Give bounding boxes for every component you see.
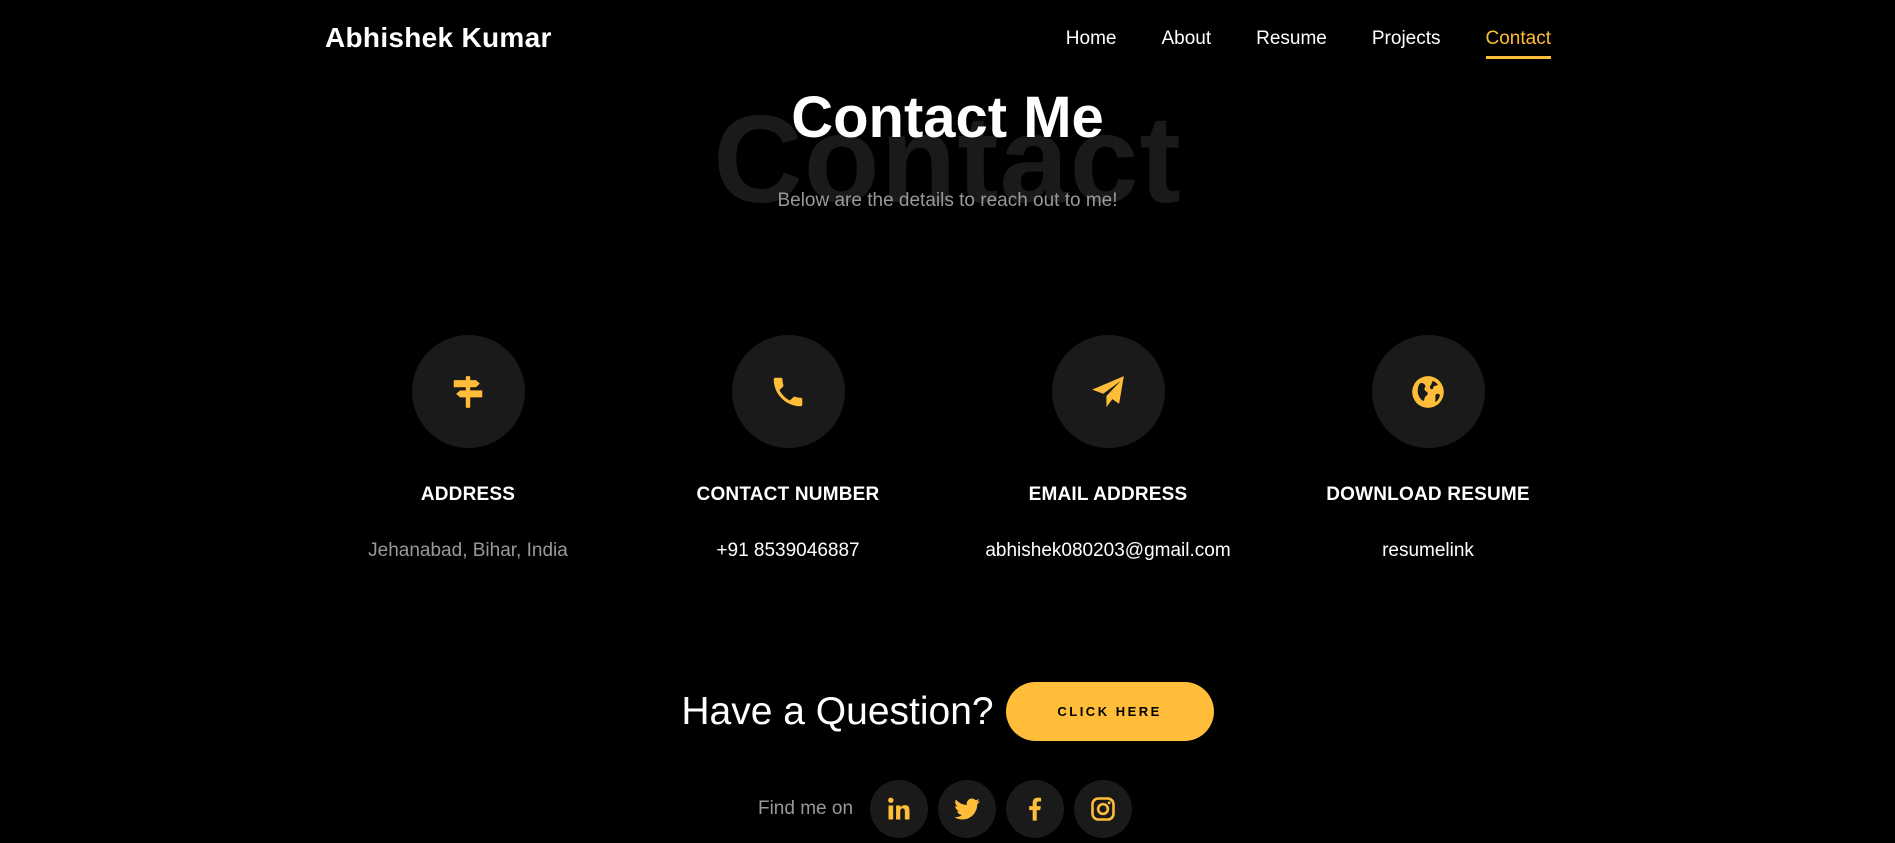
nav-home[interactable]: Home xyxy=(1066,28,1117,59)
instagram-icon xyxy=(1091,797,1115,821)
email-icon-circle xyxy=(1051,335,1165,448)
address-card: ADDRESS Jehanabad, Bihar, India xyxy=(308,335,628,562)
question-row: Have a Question? CLICK HERE xyxy=(0,682,1895,741)
phone-title: CONTACT NUMBER xyxy=(696,484,880,505)
email-link[interactable]: abhishek080203@gmail.com xyxy=(985,540,1230,562)
address-title: ADDRESS xyxy=(420,484,516,505)
linkedin-icon xyxy=(888,797,910,820)
resume-icon-circle xyxy=(1371,335,1485,448)
resume-card: DOWNLOAD RESUME resumelink xyxy=(1268,335,1588,562)
phone-card: CONTACT NUMBER +91 8539046887 xyxy=(628,335,948,562)
contact-page: Abhishek Kumar Home About Resume Project… xyxy=(0,0,1895,843)
address-icon-circle xyxy=(411,335,525,448)
contact-cards: ADDRESS Jehanabad, Bihar, India CONTACT … xyxy=(308,335,1588,562)
facebook-link[interactable] xyxy=(1006,780,1065,838)
email-title: EMAIL ADDRESS xyxy=(1028,484,1188,505)
resume-link[interactable]: resumelink xyxy=(1382,540,1474,562)
question-text: Have a Question? xyxy=(681,689,994,733)
phone-icon-circle xyxy=(731,335,845,448)
signpost-icon xyxy=(453,375,483,408)
nav-resume[interactable]: Resume xyxy=(1256,28,1327,59)
email-card: EMAIL ADDRESS abhishek080203@gmail.com xyxy=(948,335,1268,562)
globe-icon xyxy=(1412,375,1444,408)
paper-plane-icon xyxy=(1092,375,1124,407)
facebook-icon xyxy=(1029,797,1042,821)
click-here-button[interactable]: CLICK HERE xyxy=(1005,682,1214,741)
instagram-link[interactable] xyxy=(1074,780,1133,838)
brand-logo[interactable]: Abhishek Kumar xyxy=(325,22,552,54)
main-nav: Home About Resume Projects Contact xyxy=(1066,28,1551,59)
phone-link[interactable]: +91 8539046887 xyxy=(716,540,859,562)
page-subtitle: Below are the details to reach out to me… xyxy=(777,190,1118,211)
page-title: Contact Me xyxy=(791,85,1104,150)
resume-title: DOWNLOAD RESUME xyxy=(1326,484,1530,505)
address-value: Jehanabad, Bihar, India xyxy=(368,540,568,561)
nav-contact[interactable]: Contact xyxy=(1485,28,1551,59)
twitter-link[interactable] xyxy=(938,780,997,838)
phone-icon xyxy=(773,377,803,406)
twitter-icon xyxy=(954,798,980,820)
linkedin-link[interactable] xyxy=(870,780,929,838)
nav-projects[interactable]: Projects xyxy=(1372,28,1441,59)
social-row: Find me on xyxy=(0,780,1895,838)
nav-about[interactable]: About xyxy=(1161,28,1211,59)
find-me-label: Find me on xyxy=(757,798,854,819)
